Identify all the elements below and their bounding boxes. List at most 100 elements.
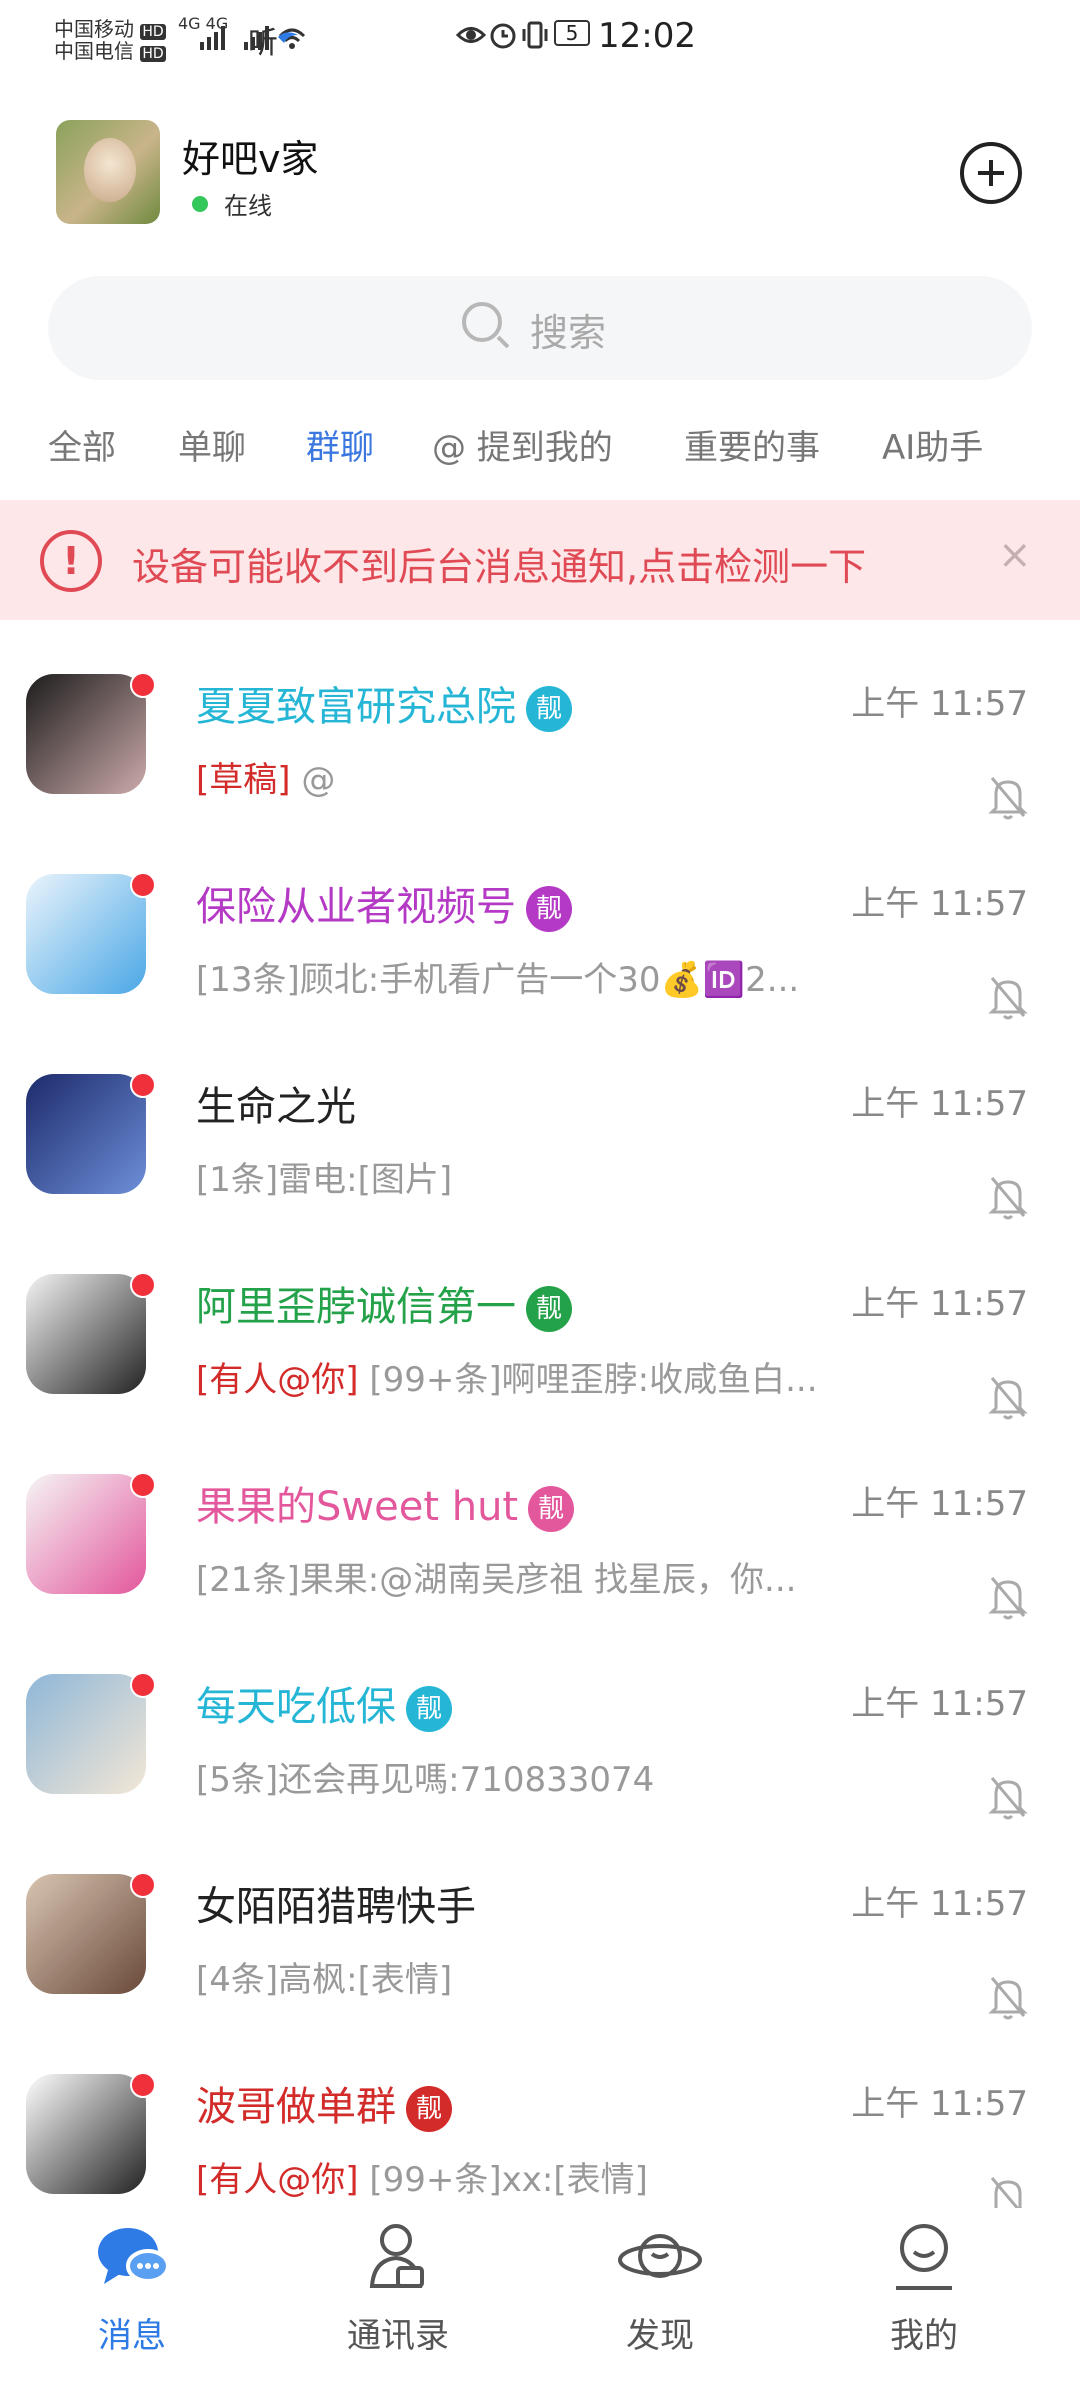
unread-dot [130, 1472, 156, 1498]
chat-name: 保险从业者视频号靓 [196, 874, 572, 932]
chat-preview: [5条]还会再见嗎:710833074 [196, 1752, 654, 1801]
bird-icon [278, 28, 298, 47]
chat-time: 上午 11:57 [851, 2084, 1028, 2124]
chat-preview: [草稿] @ [196, 752, 335, 801]
nav-label-messages: 消息 [98, 2316, 166, 2356]
group-avatar[interactable] [26, 2074, 146, 2194]
carrier-label-2: 中国电信 HD [54, 36, 166, 69]
chat-tag: [有人@你] [196, 2160, 359, 2200]
chat-message: [99+条]xx:[表情] [358, 2160, 648, 2200]
hd-badge-2: HD [140, 46, 166, 62]
mute-bell-icon[interactable] [988, 1774, 1028, 1820]
chat-row[interactable]: 果果的Sweet hut 靓 上午 11:57 [21条]果果:@湖南吴彦祖 找星辰，… [0, 1436, 1080, 1640]
mute-bell-icon[interactable] [988, 974, 1028, 1020]
vibrate-icon [520, 20, 550, 54]
tab-all[interactable]: 全部 [48, 420, 116, 469]
tab-single-chat[interactable]: 单聊 [178, 420, 246, 469]
group-avatar[interactable] [26, 674, 146, 794]
nav-messages[interactable]: 消息 [32, 2214, 232, 2357]
unread-dot [130, 2072, 156, 2098]
unread-dot [130, 672, 156, 698]
unread-dot [130, 1672, 156, 1698]
chat-name: 夏夏致富研究总院靓 [196, 674, 572, 732]
search-icon [462, 302, 502, 342]
tab-group-chat[interactable]: 群聊 [306, 420, 374, 469]
chat-row[interactable]: 夏夏致富研究总院靓 上午 11:57 [草稿] @ [0, 636, 1080, 840]
group-avatar[interactable] [26, 1274, 146, 1394]
chat-row[interactable]: 每天吃低保靓 上午 11:57 [5条]还会再见嗎:710833074 [0, 1636, 1080, 1840]
nav-discover[interactable]: 发现 [560, 2214, 760, 2357]
chat-row[interactable]: 生命之光 上午 11:57 [1条]雷电:[图片] [0, 1036, 1080, 1240]
chat-preview: [13条]顾北:手机看广告一个30💰🆔2... [196, 952, 799, 1001]
tab-ai-assistant[interactable]: AI助手 [882, 420, 983, 469]
mute-bell-icon[interactable] [988, 1174, 1028, 1220]
unread-dot [130, 1072, 156, 1098]
chat-name-text: 保险从业者视频号 [196, 884, 516, 930]
chat-row[interactable]: 阿里歪脖诚信第一靓 上午 11:57 [有人@你] [99+条]啊哩歪脖:收咸鱼白.… [0, 1236, 1080, 1440]
chat-message: [5条]还会再见嗎:710833074 [196, 1760, 655, 1800]
nav-profile[interactable]: 我的 [824, 2214, 1024, 2357]
mute-bell-icon[interactable] [988, 1574, 1028, 1620]
planet-icon [618, 2214, 702, 2298]
listen-icon: 听 [248, 26, 278, 61]
vip-badge: 靓 [406, 2086, 452, 2132]
page-title: 好吧v家 [182, 137, 319, 181]
chat-row[interactable]: 女陌陌猎聘快手 上午 11:57 [4条]高枫:[表情] [0, 1836, 1080, 2040]
online-status-text: 在线 [224, 192, 272, 220]
chat-message: [21条]果果:@湖南吴彦祖 找星辰，你... [196, 1560, 797, 1600]
chat-name: 女陌陌猎聘快手 [196, 1874, 476, 1932]
chat-name-text: 阿里歪脖诚信第一 [196, 1284, 516, 1330]
group-avatar[interactable] [26, 1674, 146, 1794]
unread-dot [130, 872, 156, 898]
chat-preview: [有人@你] [99+条]xx:[表情] [196, 2152, 648, 2201]
chat-time: 上午 11:57 [851, 1684, 1028, 1724]
chat-time: 上午 11:57 [851, 1284, 1028, 1324]
mute-bell-icon[interactable] [988, 1374, 1028, 1420]
chat-tag: [有人@你] [196, 1360, 359, 1400]
chat-name-text: 果果的Sweet hut [196, 1484, 519, 1530]
chat-name-text: 每天吃低保 [196, 1684, 396, 1730]
chat-row[interactable]: 保险从业者视频号靓 上午 11:57 [13条]顾北:手机看广告一个30💰🆔2... [0, 836, 1080, 1040]
tab-mentions[interactable]: @ 提到我的 [432, 420, 613, 469]
chat-time: 上午 11:57 [851, 1484, 1028, 1524]
chat-name-text: 波哥做单群 [196, 2084, 396, 2130]
eye-icon [455, 20, 487, 54]
group-avatar[interactable] [26, 1874, 146, 1994]
vip-badge: 靓 [526, 1286, 572, 1332]
banner-text[interactable]: 设备可能收不到后台消息通知,点击检测一下 [132, 536, 866, 591]
vip-badge: 靓 [526, 686, 572, 732]
my-avatar[interactable] [56, 120, 160, 224]
chat-message: [99+条]啊哩歪脖:收咸鱼白... [358, 1360, 818, 1400]
battery-icon: 5 [554, 20, 590, 46]
group-avatar[interactable] [26, 874, 146, 994]
search-placeholder: 搜索 [530, 311, 607, 355]
chat-preview: [有人@你] [99+条]啊哩歪脖:收咸鱼白... [196, 1352, 818, 1401]
profile-icon [882, 2214, 966, 2298]
chat-time: 上午 11:57 [851, 1084, 1028, 1124]
chat-preview: [4条]高枫:[表情] [196, 1952, 452, 2001]
mute-bell-icon[interactable] [988, 774, 1028, 820]
carrier-name-2: 中国电信 [54, 39, 134, 63]
tab-important[interactable]: 重要的事 [684, 420, 820, 469]
mute-bell-icon[interactable] [988, 1974, 1028, 2020]
chat-message: @ [290, 760, 336, 800]
chat-name-text: 夏夏致富研究总院 [196, 684, 516, 730]
chat-message: [4条]高枫:[表情] [196, 1960, 453, 2000]
chat-name: 波哥做单群靓 [196, 2074, 452, 2132]
chat-name-text: 生命之光 [196, 1084, 356, 1130]
online-status-dot [192, 196, 208, 212]
chat-time: 上午 11:57 [851, 884, 1028, 924]
warning-icon: ! [40, 530, 102, 592]
nav-contacts[interactable]: 通讯录 [298, 2214, 498, 2357]
clock-time: 12:02 [598, 16, 696, 56]
alarm-icon [488, 20, 518, 54]
add-button[interactable] [960, 142, 1022, 204]
group-avatar[interactable] [26, 1474, 146, 1594]
unread-dot [130, 1272, 156, 1298]
chat-preview: [1条]雷电:[图片] [196, 1152, 452, 1201]
vip-badge: 靓 [526, 886, 572, 932]
chat-name-text: 女陌陌猎聘快手 [196, 1884, 476, 1930]
close-icon[interactable]: × [998, 532, 1032, 578]
group-avatar[interactable] [26, 1074, 146, 1194]
vip-badge: 靓 [406, 1686, 452, 1732]
